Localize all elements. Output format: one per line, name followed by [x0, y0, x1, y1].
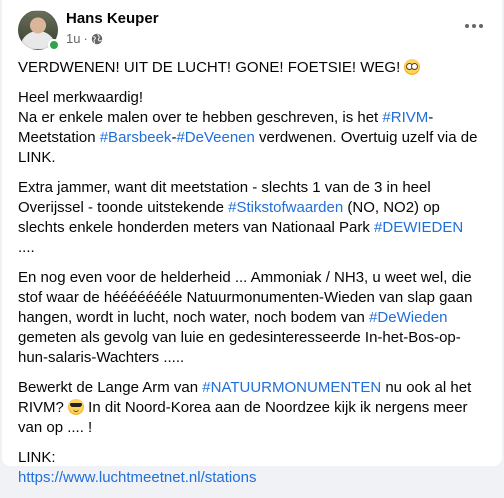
- post-paragraph-5: Bewerkt de Lange Arm van #NATUURMONUMENT…: [18, 379, 472, 436]
- link-label: LINK:: [18, 449, 56, 466]
- post-body: VERDWENEN! UIT DE LUCHT! GONE! FOETSIE! …: [18, 58, 484, 498]
- stations-link[interactable]: https://www.luchtmeetnet.nl/stations: [18, 469, 256, 486]
- author-name[interactable]: Hans Keuper: [66, 10, 159, 27]
- post-meta: 1u ·: [66, 31, 103, 46]
- hashtag-natuurmonumenten[interactable]: #NATUURMONUMENTEN: [202, 379, 381, 396]
- meta-separator: ·: [83, 31, 88, 46]
- post-paragraph-2: Heel merkwaardig! Na er enkele malen ove…: [18, 89, 478, 166]
- more-options-icon[interactable]: [456, 14, 492, 38]
- post-time[interactable]: 1u: [66, 31, 80, 46]
- hashtag-barsbeek[interactable]: #Barsbeek: [100, 129, 172, 146]
- sunglasses-face-emoji: [68, 399, 85, 415]
- post-paragraph-3: Extra jammer, want dit meetstation - sle…: [18, 179, 464, 256]
- post-paragraph-4: En nog even voor de helderheid ... Ammon…: [18, 269, 473, 366]
- hashtag-stikstofwaarden[interactable]: #Stikstofwaarden: [228, 199, 343, 216]
- hashtag-deveenen[interactable]: #DeVeenen: [176, 129, 254, 146]
- dizzy-face-emoji: [404, 59, 421, 75]
- hashtag-rivm[interactable]: #RIVM: [382, 109, 428, 126]
- hashtag-dewieden-caps[interactable]: #DEWIEDEN: [374, 219, 463, 236]
- post-header: Hans Keuper 1u ·: [18, 8, 486, 51]
- globe-icon[interactable]: [91, 33, 103, 45]
- online-status-indicator: [48, 39, 60, 51]
- hashtag-dewieden[interactable]: #DeWieden: [369, 309, 447, 326]
- post-paragraph-6: LINK: https://www.luchtmeetnet.nl/statio…: [18, 448, 484, 488]
- post-paragraph-1: VERDWENEN! UIT DE LUCHT! GONE! FOETSIE! …: [18, 58, 484, 78]
- post-card: Hans Keuper 1u · VERDWENEN! UIT DE LUCHT…: [2, 0, 502, 486]
